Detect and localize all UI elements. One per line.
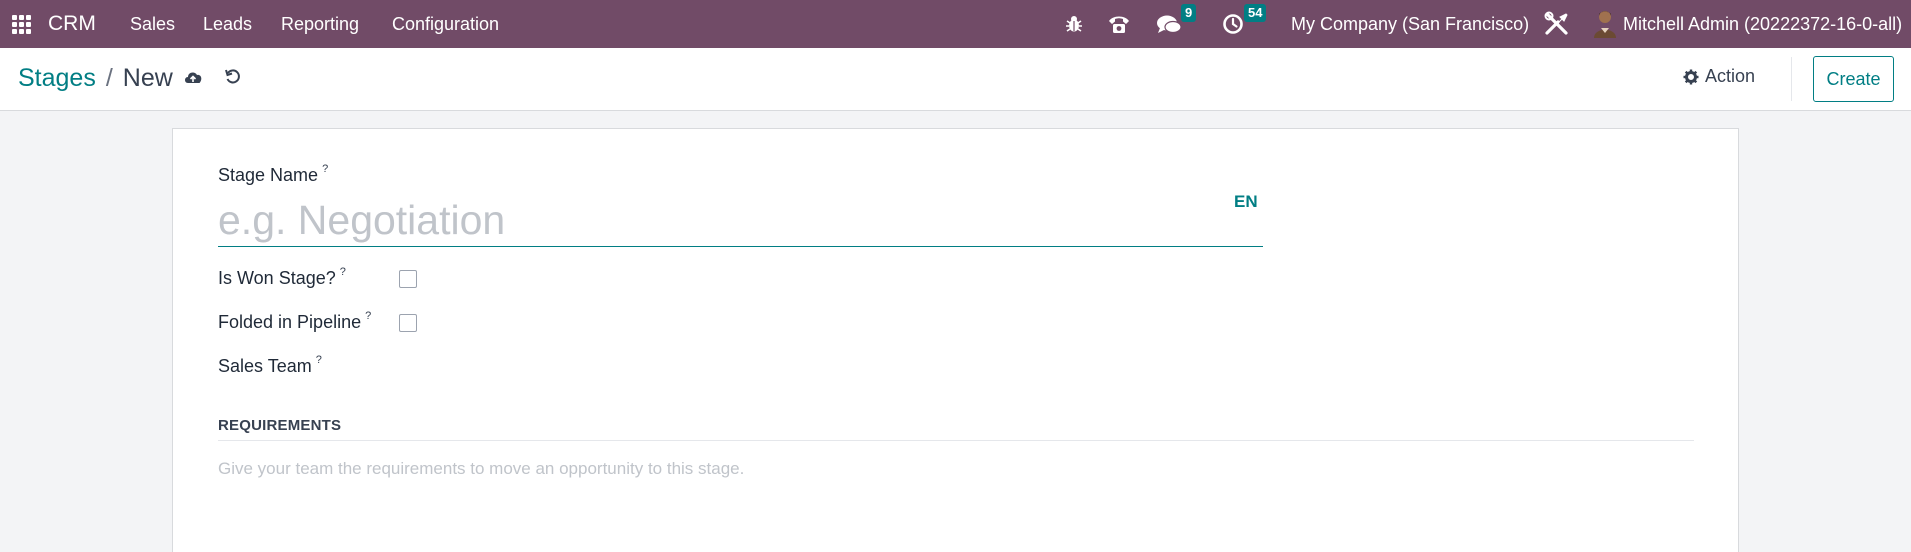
- action-menu-button[interactable]: Action: [1683, 66, 1755, 87]
- user-avatar[interactable]: [1592, 8, 1618, 38]
- help-tooltip-icon[interactable]: ?: [316, 354, 322, 366]
- sales-team-label: Sales Team?: [218, 354, 322, 376]
- folded-in-pipeline-checkbox[interactable]: [399, 314, 417, 332]
- menu-item-configuration[interactable]: Configuration: [392, 0, 499, 48]
- is-won-stage-label: Is Won Stage??: [218, 266, 346, 288]
- bug-icon[interactable]: [1064, 0, 1084, 48]
- menu-item-reporting[interactable]: Reporting: [281, 0, 359, 48]
- help-tooltip-icon[interactable]: ?: [322, 163, 328, 175]
- breadcrumb: Stages / New: [18, 64, 173, 93]
- help-tooltip-icon[interactable]: ?: [340, 266, 346, 278]
- activities-count-badge: 54: [1244, 4, 1267, 22]
- form-sheet: Stage Name? EN Is Won Stage?? Folded in …: [172, 128, 1739, 552]
- apps-grid-icon[interactable]: [12, 0, 34, 48]
- app-brand[interactable]: CRM: [48, 0, 96, 48]
- language-translate-button[interactable]: EN: [1234, 192, 1258, 212]
- requirements-section-title: REQUIREMENTS: [218, 417, 342, 434]
- company-switcher[interactable]: My Company (San Francisco): [1291, 0, 1529, 48]
- discard-undo-icon[interactable]: [224, 68, 242, 91]
- tools-icon[interactable]: [1544, 0, 1570, 48]
- gear-icon: [1683, 69, 1699, 84]
- folded-in-pipeline-label: Folded in Pipeline?: [218, 310, 372, 332]
- clock-icon[interactable]: [1222, 0, 1244, 48]
- phone-icon[interactable]: [1107, 0, 1131, 48]
- save-cloud-icon[interactable]: [183, 68, 203, 91]
- requirements-input[interactable]: Give your team the requirements to move …: [218, 459, 744, 479]
- help-tooltip-icon[interactable]: ?: [365, 310, 371, 322]
- breadcrumb-separator: /: [105, 64, 113, 92]
- stage-name-field: [218, 195, 1263, 247]
- section-divider: [218, 440, 1694, 441]
- control-divider: [1791, 57, 1792, 101]
- create-button[interactable]: Create: [1813, 56, 1894, 102]
- chat-icon[interactable]: [1156, 0, 1182, 48]
- breadcrumb-current: New: [122, 64, 173, 92]
- menu-item-sales[interactable]: Sales: [130, 0, 175, 48]
- stage-name-label: Stage Name?: [218, 163, 329, 185]
- is-won-stage-checkbox[interactable]: [399, 270, 417, 288]
- menu-item-leads[interactable]: Leads: [203, 0, 252, 48]
- messages-count-badge: 9: [1181, 4, 1197, 22]
- top-navbar: CRM Sales Leads Reporting Configuration …: [0, 0, 1911, 48]
- stage-name-input[interactable]: [218, 195, 1178, 245]
- control-panel: Stages / New Action Create: [0, 48, 1911, 111]
- action-label: Action: [1705, 66, 1756, 86]
- sales-team-input[interactable]: [399, 349, 819, 383]
- breadcrumb-stages-link[interactable]: Stages: [18, 64, 96, 93]
- user-menu[interactable]: Mitchell Admin (20222372-16-0-all): [1623, 0, 1902, 48]
